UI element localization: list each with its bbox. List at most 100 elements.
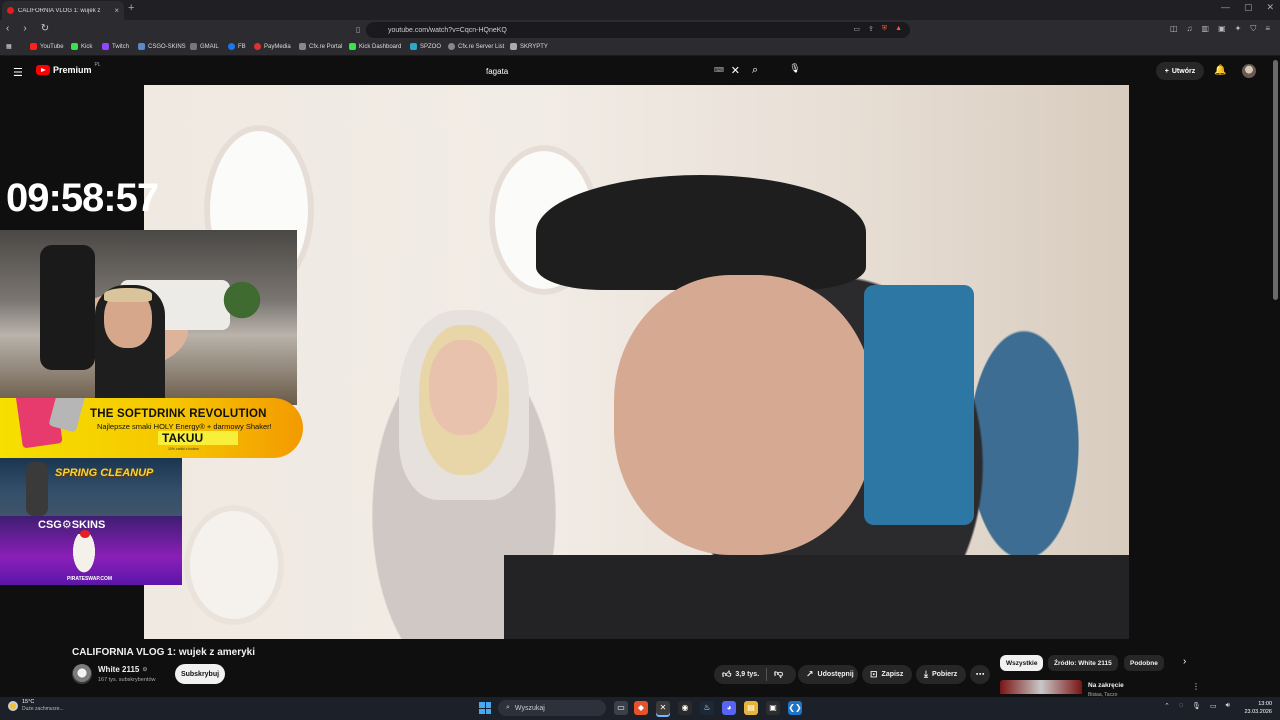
brave-browser-icon[interactable]: ◆ <box>634 701 648 715</box>
volume-icon[interactable]: 🔊︎ <box>1226 702 1230 710</box>
microphone-icon[interactable]: 🎙 <box>788 63 802 77</box>
puzzle-icon[interactable]: ✦ <box>1235 24 1242 34</box>
discord-icon[interactable]: ◕ <box>722 701 736 715</box>
spzoo-icon <box>410 43 417 50</box>
extensions-icon[interactable]: ◫ <box>1170 24 1178 34</box>
sidebar-icon[interactable]: ▥ <box>1202 24 1210 34</box>
bookmark-youtube[interactable]: YouTube <box>30 43 64 50</box>
ad-smallprint: 10% zniżki z kodem <box>168 447 199 451</box>
youtube-play-icon <box>36 65 50 75</box>
notifications-bell-icon[interactable]: 🔔 <box>1214 65 1226 76</box>
bookmark-kick-dashboard[interactable]: Kick Dashboard <box>349 43 401 50</box>
streamer-hair <box>104 288 152 302</box>
terminal-app-icon[interactable]: ✕ <box>656 701 670 715</box>
recommended-thumbnail[interactable] <box>1000 680 1082 694</box>
bookmark-gmail[interactable]: GMAIL <box>190 43 219 50</box>
cmd-icon[interactable]: ▣ <box>766 701 780 715</box>
download-label: Pobierz <box>931 671 958 678</box>
webcam-plant <box>222 270 262 330</box>
vpn-icon[interactable]: ⛉ <box>1250 24 1256 34</box>
obs-icon[interactable]: ◉ <box>678 701 692 715</box>
search-icon[interactable]: ⌕ <box>752 64 758 77</box>
steam-icon[interactable]: ♨ <box>700 701 714 715</box>
browser-tab-bar: CALIFORNIA VLOG 1: wujek z × + — ▢ ✕ <box>0 0 1280 20</box>
ad2-title: SPRING CLEANUP <box>55 467 154 479</box>
keyboard-icon[interactable]: ⌨ <box>714 66 724 74</box>
bookmark-label: FB <box>238 43 246 50</box>
taskbar-search[interactable]: ⌕ Wyszukaj <box>498 700 606 716</box>
youtube-logo[interactable]: Premium PL <box>36 62 101 75</box>
page-scrollbar[interactable] <box>1273 60 1278 300</box>
microphone-tray-icon[interactable]: 🎙 <box>1192 702 1201 710</box>
display-icon[interactable]: ▭ <box>1210 702 1217 710</box>
bookmark-cfx-portal[interactable]: Cfx.re Portal <box>299 43 342 50</box>
kick-icon <box>71 43 78 50</box>
bookmark-csgo-skins[interactable]: CSGO-SKINS <box>138 43 186 50</box>
bookmark-icon[interactable]: ▯ <box>356 25 360 34</box>
clock-time: 13:00 <box>1258 701 1272 707</box>
network-icon[interactable]: ◌ <box>1179 702 1183 710</box>
weather-widget[interactable]: 15°C Duże zachmurze... <box>8 699 64 713</box>
windows-start-icon[interactable] <box>479 702 491 714</box>
vscode-icon[interactable]: ❮❯ <box>788 701 802 715</box>
chip-from-channel[interactable]: Źródło: White 2115 <box>1048 655 1118 671</box>
chip-next-icon[interactable]: › <box>1183 656 1186 667</box>
thumbs-up-icon: 👍︎ <box>722 669 732 679</box>
share-icon[interactable]: ⇪ <box>868 25 874 33</box>
back-icon[interactable]: ‹ <box>6 23 9 34</box>
recommended-title[interactable]: Na zakręcie <box>1088 682 1124 689</box>
url-bar[interactable]: ▯ youtube.com/watch?v=Cqcn-HQneKQ ▭ ⇪ ⛨ … <box>356 22 910 38</box>
chip-related[interactable]: Podobne <box>1124 655 1164 671</box>
chip-all[interactable]: Wszystkie <box>1000 655 1044 671</box>
wallet-icon[interactable]: ▣ <box>1218 24 1226 34</box>
bookmark-label: PayMedia <box>264 43 291 50</box>
more-actions-button[interactable]: ⋯ <box>970 665 990 684</box>
music-icon[interactable]: ♫ <box>1187 24 1193 34</box>
recommended-menu-icon[interactable]: ⋮ <box>1192 682 1200 691</box>
apps-icon[interactable]: ▦ <box>6 43 12 50</box>
create-button[interactable]: + Utwórz <box>1156 62 1204 80</box>
tray-chevron-icon[interactable]: ⌃ <box>1164 702 1170 710</box>
brave-rewards-icon[interactable]: ▲ <box>895 25 902 33</box>
task-view-icon[interactable]: ▭ <box>614 701 628 715</box>
channel-avatar[interactable] <box>72 664 92 684</box>
thumbs-down-icon[interactable]: 👎︎ <box>774 668 783 679</box>
reload-icon[interactable]: ↻ <box>41 23 49 34</box>
search-input[interactable]: fagata ⌨ ✕ <box>478 61 748 81</box>
channel-name-row[interactable]: White 2115 ⊙ <box>98 665 147 674</box>
new-tab-button[interactable]: + <box>128 2 134 14</box>
bookmark-skrypty[interactable]: SKRYPTY <box>510 43 548 50</box>
hamburger-menu-icon[interactable]: ☰ <box>13 66 23 79</box>
search-value: fagata <box>486 66 509 76</box>
bookmark-twitch[interactable]: Twitch <box>102 43 129 50</box>
download-button[interactable]: ⤓ Pobierz <box>916 665 966 684</box>
bookmark-spzoo[interactable]: SPZOO <box>410 43 441 50</box>
webcam-chair <box>40 245 95 370</box>
menu-icon[interactable]: ≡ <box>1265 24 1270 34</box>
tab-close-icon[interactable]: × <box>114 6 119 15</box>
file-explorer-icon[interactable]: ▤ <box>744 701 758 715</box>
save-button[interactable]: ⊡ Zapisz <box>862 665 912 684</box>
share-button[interactable]: ↗ Udostępnij <box>798 665 858 684</box>
minimize-icon[interactable]: — <box>1221 2 1230 13</box>
forward-icon[interactable]: › <box>23 23 26 34</box>
woman-face <box>429 340 497 435</box>
black-cap <box>536 175 866 290</box>
clear-search-icon[interactable]: ✕ <box>731 64 740 77</box>
screen-icon[interactable]: ▭ <box>853 25 860 33</box>
bookmark-fb[interactable]: FB <box>228 43 246 50</box>
account-avatar[interactable] <box>1242 64 1256 78</box>
chicken-comb <box>80 530 90 538</box>
window-controls: — ▢ ✕ <box>1221 2 1274 13</box>
bookmark-kick[interactable]: Kick <box>71 43 92 50</box>
bookmark-cfx-server-list[interactable]: Cfx.re Server List <box>448 43 504 50</box>
browser-tab[interactable]: CALIFORNIA VLOG 1: wujek z × <box>2 1 124 20</box>
weather-icon <box>8 701 18 711</box>
bookmark-paymedia[interactable]: PayMedia <box>254 43 291 50</box>
brave-shield-icon[interactable]: ⛨ <box>882 25 887 33</box>
taskbar-clock[interactable]: 13:00 23.03.2026 <box>1236 700 1272 716</box>
maximize-icon[interactable]: ▢ <box>1244 2 1253 13</box>
close-window-icon[interactable]: ✕ <box>1266 2 1274 13</box>
subscribe-button[interactable]: Subskrybuj <box>175 664 225 684</box>
like-button[interactable]: 👍︎ 3,9 tys. 👎︎ <box>714 665 796 684</box>
